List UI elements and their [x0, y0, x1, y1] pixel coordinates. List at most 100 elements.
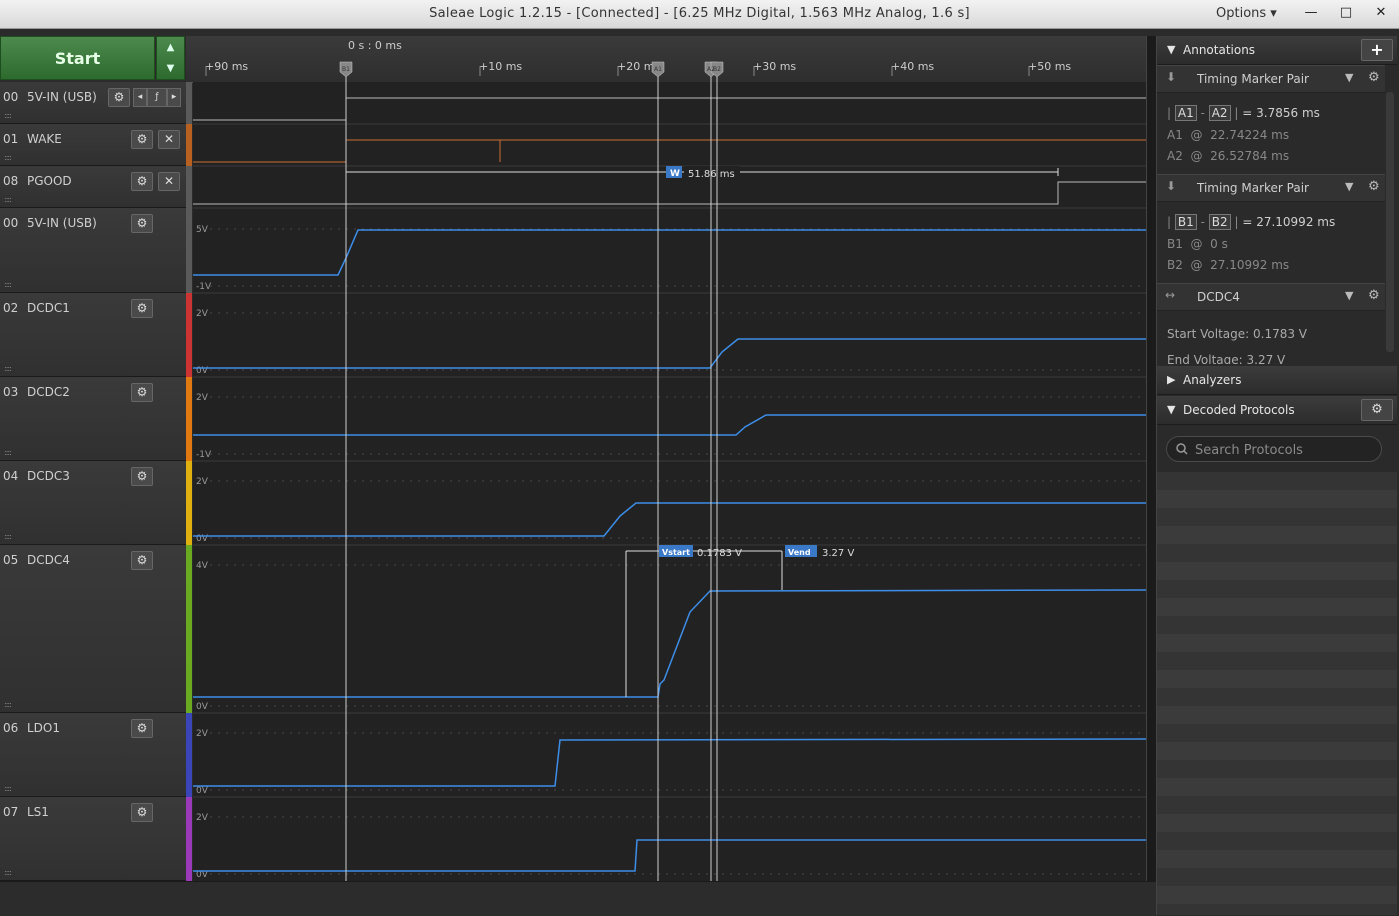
gear-icon[interactable]: ⚙: [131, 214, 153, 233]
search-protocols[interactable]: [1166, 436, 1382, 462]
gear-icon[interactable]: ⚙: [131, 467, 153, 486]
channel-row[interactable]: 04 DCDC3 ⚙ ::::: [0, 461, 186, 545]
gear-icon[interactable]: ⚙: [131, 803, 153, 822]
close-button[interactable]: ✕: [1369, 3, 1393, 23]
channel-name[interactable]: LDO1: [27, 721, 60, 735]
channel-row[interactable]: 08 PGOOD ⚙ ✕ ::::: [0, 166, 186, 208]
channel-name[interactable]: PGOOD: [27, 174, 72, 188]
gear-icon[interactable]: ⚙: [108, 88, 130, 107]
drag-handle-icon[interactable]: ::::: [4, 532, 12, 541]
gear-icon[interactable]: ⚙: [1361, 399, 1393, 421]
drag-handle-icon[interactable]: ::::: [4, 700, 12, 709]
channel-number: 03: [3, 385, 19, 399]
channel-name[interactable]: LS1: [27, 805, 49, 819]
channel-row[interactable]: 07 LS1 ⚙ ::::: [0, 797, 186, 881]
annotations-scrollbar[interactable]: [1386, 92, 1394, 352]
channel-name[interactable]: DCDC4: [27, 553, 70, 567]
channel-row[interactable]: 02 DCDC1 ⚙ ::::: [0, 293, 186, 377]
pair-delta-row: | B1 - B2 | = 27.10992 ms: [1167, 214, 1336, 230]
marker-tag: A1: [1174, 105, 1197, 121]
channel-row[interactable]: 03 DCDC2 ⚙ ::::: [0, 377, 186, 461]
marker-time-row: A2 @ 26.52784 ms: [1167, 149, 1290, 163]
drag-handle-icon[interactable]: ::::: [4, 153, 12, 162]
gear-icon[interactable]: ⚙: [131, 551, 153, 570]
gear-icon[interactable]: ⚙: [131, 130, 153, 149]
gear-icon[interactable]: ⚙: [131, 172, 153, 191]
scale-label: -1V: [196, 282, 212, 292]
vstart-value: 0.1783 V: [697, 548, 742, 559]
decoded-protocols-header[interactable]: ▼ Decoded Protocols ⚙: [1157, 396, 1397, 425]
marker-pin-icon: ⬇: [1166, 70, 1177, 84]
drag-handle-icon[interactable]: ::::: [4, 868, 12, 877]
gear-icon[interactable]: ⚙: [1368, 70, 1380, 85]
channel-row[interactable]: 00 5V-IN (USB) ⚙ ::::: [0, 208, 186, 293]
scale-label: -1V: [196, 450, 212, 460]
channel-name[interactable]: DCDC2: [27, 385, 70, 399]
marker-time: 26.52784 ms: [1210, 149, 1290, 163]
arrow-up-icon[interactable]: ▲: [157, 37, 184, 58]
channel-number: 06: [3, 721, 19, 735]
marker-time: 27.10992 ms: [1210, 258, 1290, 272]
scale-label: 0V: [196, 786, 209, 796]
maximize-button[interactable]: □: [1334, 3, 1358, 23]
analyzers-title: Analyzers: [1183, 373, 1242, 387]
minimize-button[interactable]: —: [1299, 3, 1323, 23]
channel-row[interactable]: 05 DCDC4 ⚙ ::::: [0, 545, 186, 713]
arrow-down-icon[interactable]: ▼: [157, 58, 184, 79]
scale-label: 2V: [196, 729, 209, 739]
channel-name[interactable]: 5V-IN (USB): [27, 216, 97, 230]
collapse-icon[interactable]: ▼: [1167, 43, 1175, 56]
channel-name[interactable]: DCDC3: [27, 469, 70, 483]
gear-icon[interactable]: ⚙: [131, 299, 153, 318]
marker-label-b1: B1: [342, 66, 350, 73]
drag-handle-icon[interactable]: ::::: [4, 195, 12, 204]
marker-time-label: A1: [1167, 128, 1183, 142]
vend-value: 3.27 V: [822, 548, 854, 559]
pair-delta: = 3.7856 ms: [1242, 106, 1320, 120]
dropdown-icon[interactable]: ▼: [1345, 71, 1353, 84]
collapse-icon[interactable]: ▼: [1167, 403, 1175, 416]
channel-row[interactable]: 00 5V-IN (USB) ⚙ ◂ ƒ ▸ ::::: [0, 82, 186, 124]
channel-name[interactable]: 5V-IN (USB): [27, 90, 97, 104]
channel-name[interactable]: DCDC1: [27, 301, 70, 315]
scale-label: 0V: [196, 702, 209, 712]
start-button[interactable]: Start: [0, 36, 155, 80]
prev-edge-icon[interactable]: ◂: [133, 88, 147, 107]
channel-row[interactable]: 01 WAKE ⚙ ✕ ::::: [0, 124, 186, 166]
channel-number: 02: [3, 301, 19, 315]
close-icon[interactable]: ✕: [158, 130, 180, 149]
scale-label: 2V: [196, 813, 209, 823]
marker-time-label: A2: [1167, 149, 1183, 163]
annotations-header[interactable]: ▼ Annotations +: [1157, 36, 1397, 65]
close-icon[interactable]: ✕: [158, 172, 180, 191]
search-input[interactable]: [1193, 440, 1377, 460]
drag-handle-icon[interactable]: ::::: [4, 784, 12, 793]
gear-icon[interactable]: ⚙: [131, 719, 153, 738]
end-voltage-clip: End Voltage: 3.27 V: [1167, 350, 1347, 364]
next-edge-icon[interactable]: ▸: [167, 88, 181, 107]
add-annotation-button[interactable]: +: [1361, 39, 1393, 61]
dropdown-icon[interactable]: ▼: [1345, 180, 1353, 193]
channel-row[interactable]: 06 LDO1 ⚙ ::::: [0, 713, 186, 797]
drag-handle-icon[interactable]: ::::: [4, 280, 12, 289]
gear-icon[interactable]: ⚙: [1368, 288, 1380, 303]
options-menu[interactable]: Options ▾: [1216, 6, 1277, 21]
expand-icon[interactable]: ▶: [1167, 373, 1175, 386]
waveform-area[interactable]: 5V -1V 2V 0V 2V -1V 2V 0V 4V 0V 2V 0V 2V…: [186, 36, 1148, 881]
drag-handle-icon[interactable]: ::::: [4, 364, 12, 373]
dropdown-icon[interactable]: ▼: [1345, 289, 1353, 302]
drag-handle-icon[interactable]: ::::: [4, 111, 12, 120]
start-options[interactable]: ▲ ▼: [156, 36, 185, 80]
channel-name[interactable]: WAKE: [27, 132, 62, 146]
analyzers-header[interactable]: ▶ Analyzers: [1157, 366, 1397, 395]
gear-icon[interactable]: ⚙: [1368, 179, 1380, 194]
drag-handle-icon[interactable]: ::::: [4, 448, 12, 457]
marker-time-label: B1: [1167, 237, 1183, 251]
trigger-icon[interactable]: ƒ: [147, 88, 167, 107]
channel-number: 00: [3, 216, 19, 230]
timing-marker-pair-header[interactable]: ⬇ Timing Marker Pair ▼ ⚙: [1157, 174, 1385, 202]
measurement-header[interactable]: ↔ DCDC4 ▼ ⚙: [1157, 283, 1385, 311]
timing-marker-pair-header[interactable]: ⬇ Timing Marker Pair ▼ ⚙: [1157, 65, 1385, 93]
marker-pin-icon: ⬇: [1166, 179, 1177, 193]
gear-icon[interactable]: ⚙: [131, 383, 153, 402]
